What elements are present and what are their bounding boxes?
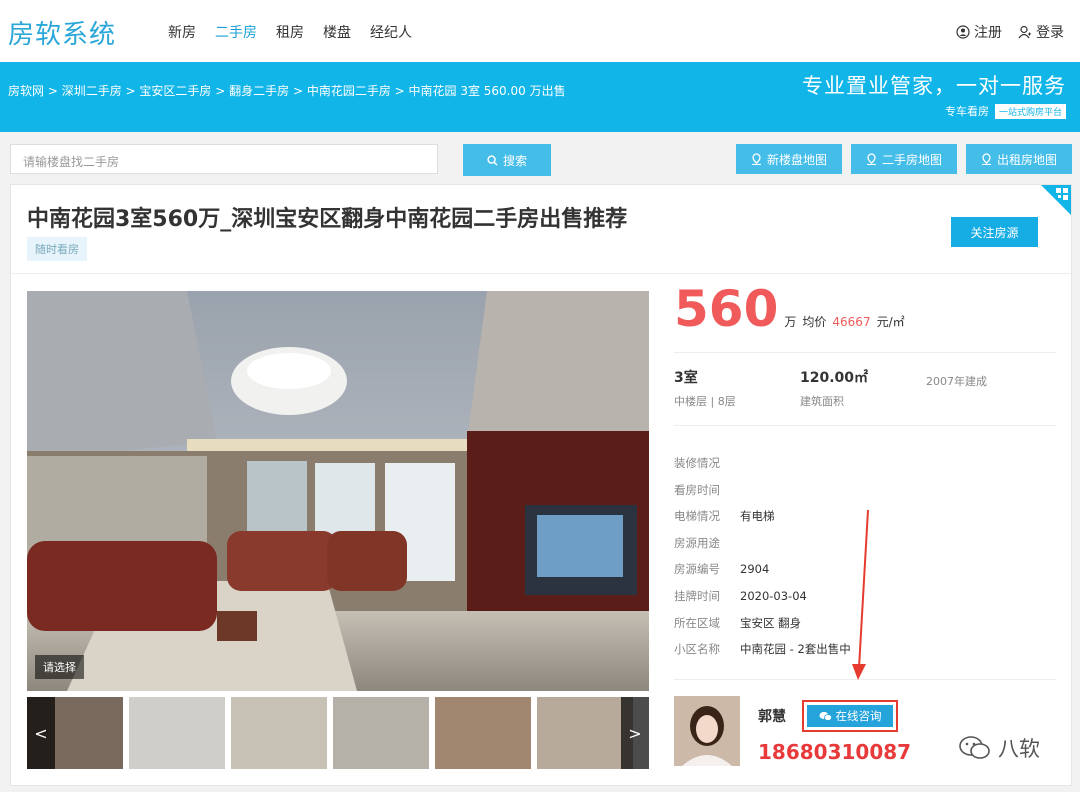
qr-code-icon[interactable]: [1041, 185, 1071, 215]
main-nav: 新房 二手房 租房 楼盘 经纪人: [168, 22, 412, 42]
listing-main-photo[interactable]: 请选择: [27, 291, 649, 691]
auth-links: 注册 登录: [956, 22, 1064, 42]
chevron-right-icon: >: [628, 723, 642, 743]
top-bar: 房软系统 新房 二手房 租房 楼盘 经纪人 注册 登录: [0, 0, 1080, 62]
new-homes-map-button[interactable]: 新楼盘地图: [736, 144, 842, 174]
nav-estates[interactable]: 楼盘: [323, 22, 351, 42]
breadcrumb-item[interactable]: 深圳二手房: [62, 84, 122, 98]
detail-row: 所在区域 宝安区 翻身: [674, 615, 802, 630]
login-link[interactable]: 登录: [1018, 22, 1064, 42]
map-pin-icon: [751, 153, 761, 165]
search-bar: 请输楼盘找二手房 搜索 新楼盘地图 二手房地图 出租房地图: [0, 132, 1080, 182]
wechat-icon: [959, 736, 990, 759]
detail-list: 装修情况 看房时间 电梯情况 有电梯 房源用途 房源编号 2904 挂牌时间 2020…: [674, 450, 1056, 663]
avg-price: 46667: [832, 315, 871, 329]
listing-title: 中南花园3室560万_深圳宝安区翻身中南花园二手房出售推荐: [27, 207, 628, 232]
agent-phone: 18680310087: [758, 740, 912, 764]
user-icon: [1018, 25, 1031, 39]
spec-rooms: 3室: [674, 370, 698, 386]
avg-label: 均价: [802, 315, 827, 329]
viewing-badge: 随时看房: [27, 237, 87, 261]
thumbnail[interactable]: [231, 697, 327, 769]
spec-area-label: 建筑面积: [800, 395, 844, 408]
detail-row: 房源编号 2904: [674, 562, 770, 577]
detail-row: 小区名称 中南花园 - 2套出售中: [674, 636, 1056, 663]
breadcrumb-item[interactable]: 中南花园二手房: [307, 84, 391, 98]
spec-built-year: 2007年建成: [926, 375, 987, 388]
detail-row: 装修情况: [674, 456, 720, 470]
nav-rent[interactable]: 租房: [276, 22, 304, 42]
login-label: 登录: [1036, 25, 1064, 41]
breadcrumb: 房软网 > 深圳二手房 > 宝安区二手房 > 翻身二手房 > 中南花园二手房 >…: [8, 84, 566, 98]
breadcrumb-banner: 房软网 > 深圳二手房 > 宝安区二手房 > 翻身二手房 > 中南花园二手房 >…: [0, 62, 1080, 132]
agent-avatar: [674, 696, 740, 766]
online-consult-label: 在线咨询: [835, 709, 882, 723]
detail-row: 看房时间: [674, 482, 720, 497]
photo-thumbnails: < >: [27, 697, 649, 769]
rental-map-button[interactable]: 出租房地图: [966, 144, 1072, 174]
detail-row: 挂牌时间 2020-03-04: [674, 588, 807, 603]
second-hand-map-button[interactable]: 二手房地图: [851, 144, 957, 174]
next-photo-button[interactable]: >: [621, 697, 649, 769]
slogan-title: 专业置业管家，一对一服务: [802, 74, 1066, 98]
online-consult-button[interactable]: 在线咨询: [807, 705, 893, 727]
nav-second-hand[interactable]: 二手房: [215, 22, 257, 42]
agent-name: 郭慧: [758, 709, 786, 725]
watermark-text: 八软: [998, 737, 1040, 761]
slogan-sub: 专车看房: [944, 105, 989, 118]
thumbnail[interactable]: [537, 697, 633, 769]
spec-area: 120.00㎡: [800, 370, 869, 386]
detail-row: 电梯情况 有电梯: [674, 509, 775, 524]
register-label: 注册: [974, 25, 1002, 41]
map-pin-icon: [866, 153, 876, 165]
avg-unit: 元/㎡: [876, 315, 905, 329]
new-homes-map-label: 新楼盘地图: [766, 152, 827, 167]
search-button-label: 搜索: [502, 153, 527, 168]
living-room-photo: [27, 291, 649, 691]
online-consult-highlight: 在线咨询: [802, 700, 898, 732]
thumbnail[interactable]: [129, 697, 225, 769]
breadcrumb-item[interactable]: 宝安区二手房: [139, 84, 211, 98]
chat-icon: [819, 711, 832, 721]
search-button[interactable]: 搜索: [463, 144, 551, 176]
slogan: 专业置业管家，一对一服务 专车看房 一站式购房平台: [802, 70, 1066, 119]
search-input[interactable]: 请输楼盘找二手房: [10, 144, 438, 174]
price-block: 560 万 均价 46667 元/㎡: [674, 284, 1056, 334]
follow-listing-button[interactable]: 关注房源: [951, 217, 1038, 247]
thumbnail[interactable]: [435, 697, 531, 769]
search-icon: [487, 154, 498, 166]
rental-map-label: 出租房地图: [996, 152, 1057, 167]
slogan-tag: 一站式购房平台: [994, 103, 1066, 119]
nav-new-homes[interactable]: 新房: [168, 22, 196, 42]
map-pin-icon: [981, 153, 991, 165]
key-specs: 3室中楼层 | 8层 120.00㎡ 建筑面积 2007年建成: [674, 367, 1056, 409]
user-circle-icon: [956, 25, 970, 39]
nav-agents[interactable]: 经纪人: [370, 22, 412, 42]
breadcrumb-current: 中南花园 3室 560.00 万出售: [408, 84, 566, 98]
listing-info: 560 万 均价 46667 元/㎡ 3室中楼层 | 8层 120.00㎡ 建筑面…: [674, 284, 1056, 663]
prev-photo-button[interactable]: <: [27, 697, 55, 769]
total-price: 560: [674, 280, 779, 338]
register-link[interactable]: 注册: [956, 22, 1002, 42]
breadcrumb-item[interactable]: 翻身二手房: [229, 84, 289, 98]
price-unit: 万: [784, 315, 797, 329]
photo-selector[interactable]: 请选择: [35, 655, 84, 679]
thumbnail[interactable]: [333, 697, 429, 769]
watermark: 八软: [958, 733, 1040, 763]
breadcrumb-item[interactable]: 房软网: [8, 84, 44, 98]
spec-floor: 中楼层 | 8层: [674, 395, 736, 408]
chevron-left-icon: <: [34, 723, 48, 743]
detail-row: 房源用途: [674, 535, 720, 550]
community-link[interactable]: 中南花园 - 2套出售中: [740, 636, 851, 663]
site-logo[interactable]: 房软系统: [8, 14, 116, 51]
second-hand-map-label: 二手房地图: [881, 152, 942, 167]
